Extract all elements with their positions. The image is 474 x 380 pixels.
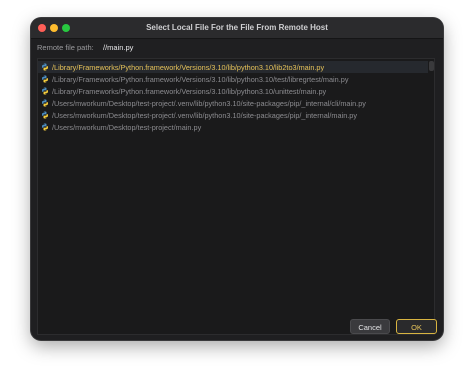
list-scrollbar[interactable] [429, 61, 434, 71]
list-item-path: /Users/mworkum/Desktop/test-project/.ven… [52, 98, 366, 108]
python-file-icon [42, 111, 48, 119]
title-bar[interactable]: Select Local File For the File From Remo… [31, 18, 443, 39]
remote-path-label: Remote file path: [37, 43, 94, 52]
list-item-path: /Library/Frameworks/Python.framework/Ver… [52, 86, 327, 96]
python-file-icon [42, 75, 48, 83]
python-file-icon [42, 123, 48, 131]
remote-path-row: Remote file path: //main.py [31, 40, 443, 56]
python-file-icon [42, 99, 48, 107]
cancel-button[interactable]: Cancel [350, 319, 390, 334]
list-item-path: /Users/mworkum/Desktop/test-project/.ven… [52, 110, 357, 120]
dialog-title: Select Local File For the File From Remo… [146, 23, 328, 32]
file-list[interactable]: /Library/Frameworks/Python.framework/Ver… [37, 58, 435, 335]
list-item[interactable]: /Users/mworkum/Desktop/test-project/.ven… [38, 109, 428, 121]
ok-button[interactable]: OK [396, 319, 437, 334]
list-item-path: /Users/mworkum/Desktop/test-project/main… [52, 122, 202, 132]
list-item[interactable]: /Library/Frameworks/Python.framework/Ver… [38, 73, 428, 85]
list-item[interactable]: /Users/mworkum/Desktop/test-project/.ven… [38, 97, 428, 109]
list-item[interactable]: /Library/Frameworks/Python.framework/Ver… [38, 61, 428, 73]
remote-path-value: //main.py [103, 43, 134, 52]
python-file-icon [42, 63, 48, 71]
python-file-icon [42, 87, 48, 95]
list-item-path: /Library/Frameworks/Python.framework/Ver… [52, 74, 349, 84]
file-chooser-dialog: Select Local File For the File From Remo… [31, 18, 443, 340]
list-item-path: /Library/Frameworks/Python.framework/Ver… [52, 62, 325, 72]
list-item[interactable]: /Users/mworkum/Desktop/test-project/main… [38, 121, 428, 133]
list-item[interactable]: /Library/Frameworks/Python.framework/Ver… [38, 85, 428, 97]
